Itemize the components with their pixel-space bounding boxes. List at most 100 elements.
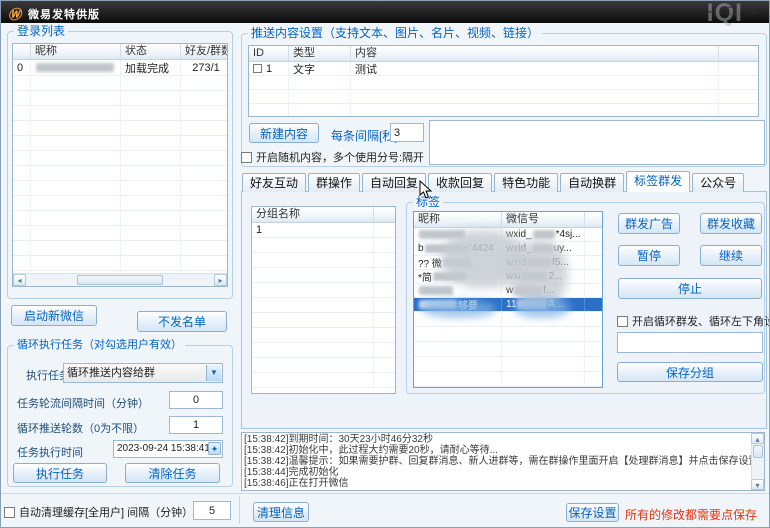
tab-2[interactable]: 自动回复	[362, 173, 426, 192]
tab-6[interactable]: 标签群发	[626, 171, 690, 192]
loop-send-checkbox[interactable]: 开启循环群发、循环左下角设置	[617, 313, 770, 329]
empty-row	[252, 238, 395, 253]
datetime-spinner-icon[interactable]: ✦	[208, 442, 221, 455]
empty-row	[414, 327, 602, 342]
login-table-hscrollbar[interactable]: ◂ ▸	[13, 273, 227, 286]
mass-send-favorites-button[interactable]: 群发收藏	[700, 213, 762, 234]
scroll-up-icon[interactable]: ▴	[751, 433, 764, 444]
resume-button[interactable]: 继续	[700, 245, 762, 266]
content-textarea[interactable]	[429, 120, 765, 165]
exec-task-select[interactable]: 循环推送内容给群 ▼	[63, 363, 223, 383]
save-settings-button[interactable]: 保存设置	[566, 503, 619, 522]
start-new-wechat-button[interactable]: 启动新微信	[11, 305, 97, 326]
login-table[interactable]: 昵称状态好友/群数 0 加载完成 273/1 ◂ ▸	[12, 43, 228, 287]
group-row-name: 1	[252, 223, 374, 237]
tab-3[interactable]: 收款回复	[428, 173, 492, 192]
checkbox-icon[interactable]	[617, 316, 628, 327]
login-table-row[interactable]: 0 加载完成 273/1	[13, 60, 227, 76]
column-header[interactable]	[374, 207, 395, 222]
clean-info-button[interactable]: 清理信息	[253, 502, 309, 522]
tab-0[interactable]: 好友互动	[242, 173, 306, 192]
round-interval-input[interactable]	[169, 391, 223, 409]
interval-input[interactable]	[390, 123, 424, 142]
maximize-button[interactable]: ❐	[723, 4, 741, 20]
column-header[interactable]: 内容	[351, 46, 719, 61]
interval-label: 每条间隔[秒]	[331, 127, 398, 144]
new-content-button[interactable]: 新建内容	[249, 123, 319, 143]
auto-clean-interval-input[interactable]	[193, 501, 231, 520]
stop-button[interactable]: 停止	[618, 278, 762, 299]
run-task-button[interactable]: 执行任务	[13, 463, 107, 483]
column-header[interactable]: 昵称	[31, 44, 121, 59]
empty-row	[252, 268, 395, 283]
login-row-status: 加载完成	[121, 60, 181, 75]
scroll-right-icon[interactable]: ▸	[214, 274, 227, 286]
minimize-button[interactable]: –	[701, 4, 719, 20]
push-table-row[interactable]: 1 文字 测试	[249, 62, 758, 76]
log-vscrollbar[interactable]: ▴ ▾	[751, 433, 764, 490]
auto-clean-checkbox[interactable]: 自动清理缓存[全用户] 间隔（分钟）	[4, 504, 193, 520]
wechat-table-row[interactable]: wf...	[414, 284, 602, 298]
column-header[interactable]: ID	[249, 46, 289, 61]
loop-task-caption: 循环执行任务（对勾选用户有效）	[14, 338, 185, 352]
log-line: [15:38:42]温馨提示：如果需要护群、回复群消息、新人进群等，需在群操作里…	[244, 456, 750, 467]
empty-row	[13, 181, 227, 196]
tab-7[interactable]: 公众号	[692, 173, 744, 192]
column-header[interactable]: 分组名称	[252, 207, 374, 222]
column-header[interactable]: 状态	[121, 44, 181, 59]
wechat-table-row[interactable]: ?? 微wxidf5...	[414, 256, 602, 270]
empty-row	[414, 372, 602, 387]
empty-row	[252, 358, 395, 373]
push-settings-caption: 推送内容设置（支持文本、图片、名片、视频、链接）	[248, 26, 542, 40]
login-row-counts: 273/1	[181, 60, 227, 75]
pause-button[interactable]: 暂停	[618, 245, 680, 266]
push-content-table[interactable]: ID类型内容 1 文字 测试	[248, 45, 759, 117]
scroll-thumb[interactable]	[753, 445, 763, 458]
column-header[interactable]	[585, 212, 602, 227]
no-send-list-button[interactable]: 不发名单	[137, 311, 227, 332]
save-group-button[interactable]: 保存分组	[617, 362, 763, 382]
tab-1[interactable]: 群操作	[308, 173, 360, 192]
wechat-table-row[interactable]: *简wxi2...	[414, 270, 602, 284]
column-header[interactable]: 昵称	[414, 212, 502, 227]
tab-5[interactable]: 自动换群	[560, 173, 624, 192]
login-list-caption: 登录列表	[14, 24, 68, 38]
column-header[interactable]: 类型	[289, 46, 351, 61]
task-time-picker[interactable]: 2023-09-24 15:38:41 ✦	[113, 440, 223, 458]
wechat-table[interactable]: 昵称微信号 wxid_*4sj...b'4424wxid_uy...?? 微wx…	[413, 211, 603, 388]
close-button[interactable]: ✕	[745, 4, 763, 20]
login-table-header: 昵称状态好友/群数	[13, 44, 227, 60]
random-content-checkbox[interactable]: 开启随机内容，多个使用分号:隔开	[241, 149, 424, 165]
wechat-table-row[interactable]: 够要11A...	[414, 298, 602, 312]
column-header[interactable]: 微信号	[502, 212, 585, 227]
empty-row	[13, 136, 227, 151]
log-box[interactable]: [15:38:42]到期时间：30天23小时46分32秒[15:38:42]初始…	[241, 432, 765, 491]
mass-send-ads-button[interactable]: 群发广告	[618, 213, 680, 234]
scroll-left-icon[interactable]: ◂	[13, 274, 26, 286]
empty-row	[13, 166, 227, 181]
log-line: [15:38:44]完成初始化	[244, 467, 750, 478]
row-checkbox[interactable]	[253, 64, 262, 73]
empty-row	[13, 241, 227, 256]
tab-4[interactable]: 特色功能	[494, 173, 558, 192]
exec-task-value: 循环推送内容给群	[67, 367, 155, 379]
column-header[interactable]	[13, 44, 31, 59]
column-header[interactable]: 好友/群数	[181, 44, 227, 59]
task-time-label: 任务执行时间	[17, 444, 83, 460]
checkbox-icon[interactable]	[241, 152, 252, 163]
chevron-down-icon[interactable]: ▼	[206, 365, 221, 381]
loop-setting-input[interactable]	[617, 332, 763, 353]
loop-rounds-input[interactable]	[169, 416, 223, 434]
wechat-table-row[interactable]: b'4424wxid_uy...	[414, 242, 602, 256]
scroll-thumb[interactable]	[77, 275, 163, 285]
checkbox-icon[interactable]	[4, 507, 15, 518]
wechat-table-row[interactable]: wxid_*4sj...	[414, 228, 602, 242]
clear-task-button[interactable]: 清除任务	[125, 463, 220, 483]
column-header[interactable]	[719, 46, 758, 61]
empty-row	[252, 298, 395, 313]
app-window: Ⓦ 微易发特供版 IQI – ❐ ✕ 登录列表 昵称状态好友/群数 0 加载完成…	[0, 0, 770, 528]
empty-row	[13, 256, 227, 271]
group-name-table[interactable]: 分组名称 1	[251, 206, 396, 394]
scroll-down-icon[interactable]: ▾	[751, 479, 764, 490]
group-table-row[interactable]: 1	[252, 223, 395, 238]
